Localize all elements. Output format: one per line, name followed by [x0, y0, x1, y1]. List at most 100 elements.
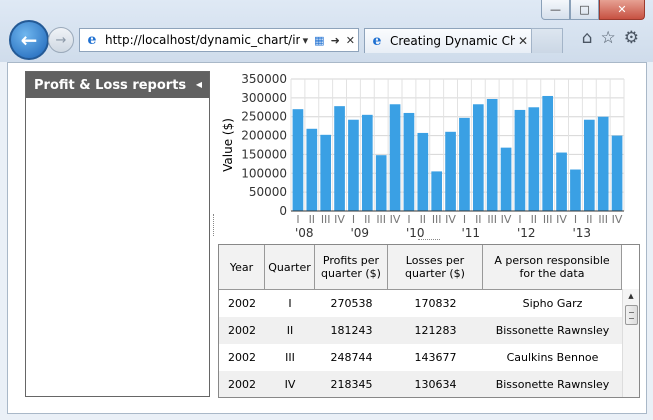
- chart-bar: [348, 119, 359, 211]
- minimize-button[interactable]: —: [541, 0, 570, 20]
- cell-year: 2002: [228, 351, 256, 364]
- sidebar-header[interactable]: Profit & Loss reports ◀: [26, 72, 209, 98]
- cell-profit: 218345: [330, 378, 373, 391]
- x-tick-label: I: [463, 213, 466, 226]
- chart-bar: [292, 109, 304, 211]
- scroll-up-arrow-icon[interactable]: ▲: [623, 289, 639, 303]
- cell-loss: 143677: [414, 351, 457, 364]
- cell-person: Bissonette Rawnsley: [495, 378, 610, 391]
- cell-year: 2002: [228, 378, 256, 391]
- back-button[interactable]: ←: [9, 20, 49, 60]
- bar-chart: 0 50000 100000 150000 200000 250000 300000 3500…: [218, 69, 638, 245]
- table-row[interactable]: 2002 I 270538 170832 Sipho Garz: [219, 290, 622, 317]
- chart-bar: [500, 147, 512, 211]
- address-bar[interactable]: e http://localhost/dynamic_chart/in ▾ ▦ …: [79, 28, 359, 52]
- vertical-splitter[interactable]: [213, 214, 216, 236]
- cell-loss: 130634: [414, 378, 457, 391]
- browser-titlebar: — □ ✕ ← → e http://localhost/dynamic_cha…: [0, 0, 653, 62]
- cell-quarter: I: [288, 297, 292, 310]
- cell-loss: 121283: [414, 324, 457, 337]
- maximize-button[interactable]: □: [570, 0, 599, 20]
- column-header-profits[interactable]: Profits per quarter ($): [315, 245, 388, 289]
- stop-icon[interactable]: ✕: [346, 34, 355, 47]
- x-tick-label: I: [574, 213, 577, 226]
- chart-bar: [583, 119, 595, 211]
- x-year-label: '08: [295, 226, 314, 240]
- x-tick-label: II: [309, 213, 316, 226]
- x-tick-label: II: [531, 213, 538, 226]
- y-tick-label: 100000: [241, 166, 287, 180]
- y-tick-label: 150000: [241, 147, 287, 161]
- chart-bar: [611, 135, 623, 211]
- cell-year: 2002: [228, 324, 256, 337]
- grid-header: Year Quarter Profits per quarter ($) Los…: [219, 245, 622, 290]
- chart-bar: [542, 95, 554, 211]
- gear-icon[interactable]: ⚙: [624, 28, 639, 48]
- page-content: Profit & Loss reports ◀ 0 50000 100000 1500…: [7, 62, 647, 414]
- column-header-person[interactable]: A person responsible for the data: [483, 245, 622, 289]
- chart-bar: [514, 109, 526, 211]
- chart-bar: [375, 155, 387, 211]
- y-axis-label: Value ($): [221, 118, 235, 172]
- chart-bar: [306, 128, 318, 211]
- x-tick-label: IV: [445, 213, 456, 226]
- chart-bar: [486, 98, 498, 211]
- go-arrow-icon[interactable]: ➜: [331, 34, 340, 47]
- x-tick-label: III: [598, 213, 608, 226]
- collapse-arrow-icon[interactable]: ◀: [196, 80, 202, 89]
- x-tick-label: IV: [556, 213, 567, 226]
- browser-tab[interactable]: e Creating Dynamic Ch... ✕: [364, 28, 532, 53]
- browser-window: — □ ✕ ← → e http://localhost/dynamic_cha…: [0, 0, 653, 420]
- tab-ie-icon: e: [372, 33, 382, 49]
- table-row[interactable]: 2002 II 181243 121283 Bissonette Rawnsle…: [219, 317, 622, 344]
- close-window-button[interactable]: ✕: [599, 0, 645, 20]
- chart-bar: [570, 169, 581, 211]
- new-tab-button[interactable]: [531, 28, 563, 53]
- chart-bar: [445, 131, 456, 211]
- column-header-year[interactable]: Year: [219, 245, 265, 289]
- cell-loss: 170832: [414, 297, 457, 310]
- cell-person: Sipho Garz: [522, 297, 583, 310]
- grid-vertical-scrollbar[interactable]: ▲: [622, 289, 639, 397]
- address-text[interactable]: http://localhost/dynamic_chart/in: [105, 33, 300, 47]
- chart-bar: [403, 112, 415, 211]
- chart-bar: [361, 114, 373, 211]
- y-tick-label: 200000: [241, 129, 287, 143]
- favorites-star-icon[interactable]: ☆: [601, 28, 616, 48]
- x-tick-label: IV: [501, 213, 512, 226]
- sidebar-panel: Profit & Loss reports ◀: [25, 71, 210, 397]
- cell-profit: 270538: [330, 297, 373, 310]
- grid-rows: 2002 I 270538 170832 Sipho Garz 2002 II …: [219, 290, 622, 397]
- dropdown-arrow-icon[interactable]: ▾: [303, 34, 309, 47]
- y-tick-label: 350000: [241, 72, 287, 86]
- horizontal-splitter[interactable]: [418, 239, 440, 242]
- column-header-quarter[interactable]: Quarter: [265, 245, 315, 289]
- chart-bar: [417, 132, 429, 211]
- x-tick-label: I: [407, 213, 410, 226]
- x-tick-label: II: [475, 213, 482, 226]
- chart-bar: [472, 104, 484, 211]
- data-grid: Year Quarter Profits per quarter ($) Los…: [218, 244, 640, 398]
- x-year-label: '10: [406, 226, 425, 240]
- table-row[interactable]: 2002 IV 218345 130634 Bissonette Rawnsle…: [219, 371, 622, 397]
- chart-bar: [556, 152, 567, 211]
- y-tick-label: 250000: [241, 110, 287, 124]
- back-arrow-icon: ←: [20, 28, 38, 52]
- x-year-label: '13: [573, 226, 592, 240]
- column-header-losses[interactable]: Losses per quarter ($): [388, 245, 483, 289]
- cell-profit: 181243: [330, 324, 373, 337]
- tab-close-icon[interactable]: ✕: [515, 34, 531, 48]
- scrollbar-thumb[interactable]: [625, 305, 638, 325]
- table-row[interactable]: 2002 III 248744 143677 Caulkins Bennoe: [219, 344, 622, 371]
- x-year-label: '11: [462, 226, 481, 240]
- home-icon[interactable]: ⌂: [582, 28, 593, 48]
- cell-year: 2002: [228, 297, 256, 310]
- browser-tools: ⌂ ☆ ⚙: [582, 28, 639, 48]
- address-controls: ▾ ▦ ➜ ✕: [300, 34, 358, 47]
- cell-person: Caulkins Bennoe: [506, 351, 599, 364]
- x-tick-label: III: [321, 213, 331, 226]
- chart-bar: [431, 171, 443, 211]
- chart-bar: [334, 106, 345, 211]
- compatibility-view-icon[interactable]: ▦: [314, 34, 324, 47]
- forward-button[interactable]: →: [48, 27, 74, 53]
